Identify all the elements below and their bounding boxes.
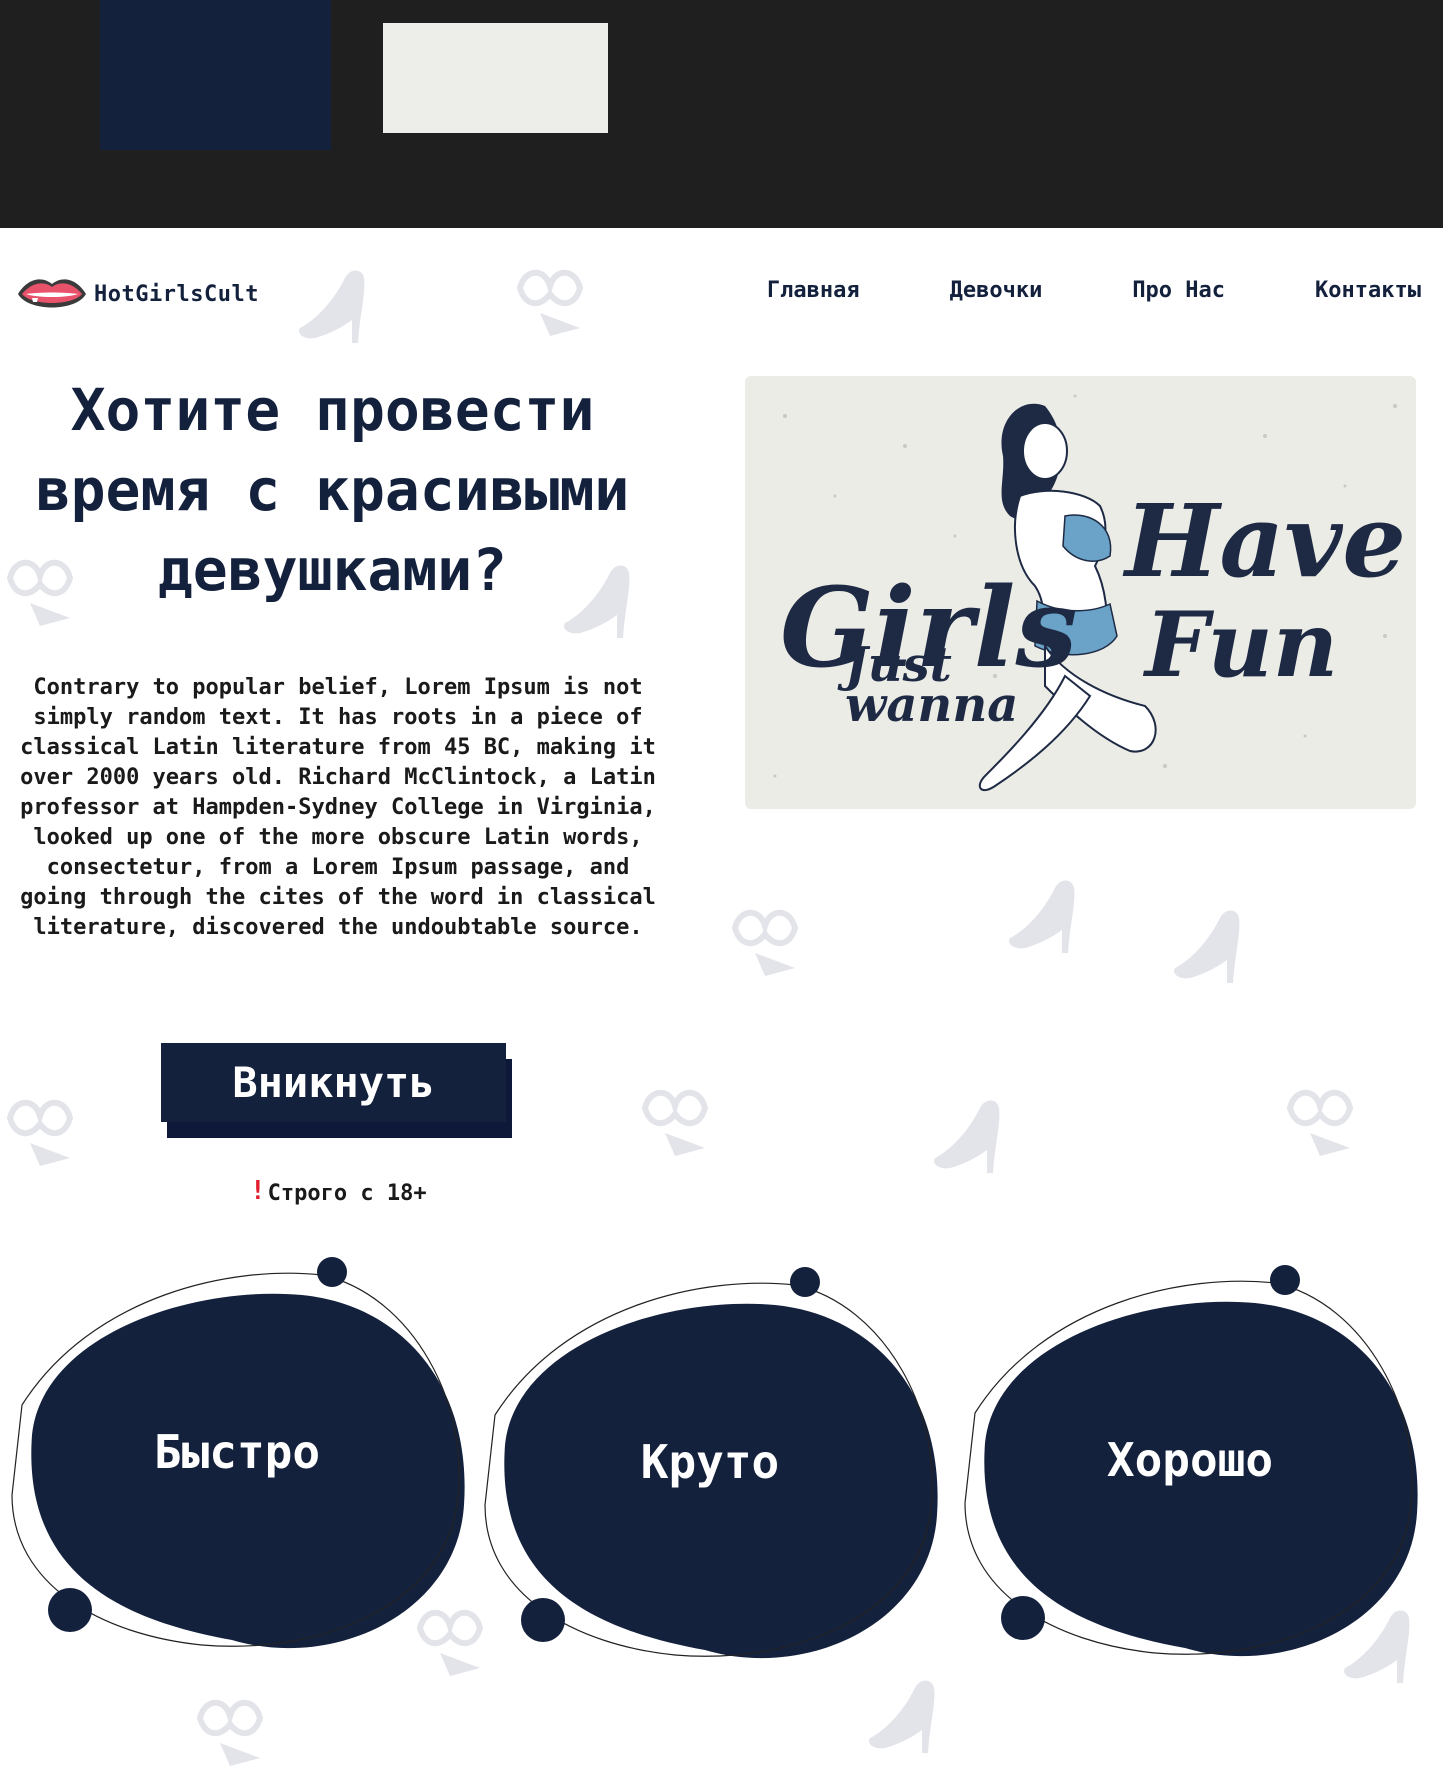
feature-label-fast: Быстро (153, 1425, 321, 1479)
age-restriction-note: ! Строго с 18+ (250, 1176, 427, 1206)
top-banner (0, 0, 1443, 228)
hero-title: Хотите провести время с красивыми девушк… (35, 376, 630, 604)
brand-logo[interactable]: HotGirlsCult (16, 272, 259, 316)
lettering-fun: Fun (1142, 592, 1338, 698)
feature-blob-good: Хорошо (955, 1263, 1425, 1673)
nav-item-contacts[interactable]: Контакты (1315, 278, 1421, 303)
brand-name: HotGirlsCult (94, 281, 259, 307)
hero-illustration: Girls Just wanna Have Fun (745, 376, 1416, 809)
feature-blob-fast: Быстро (2, 1255, 472, 1665)
nav-item-girls[interactable]: Девочки (950, 278, 1043, 303)
nav-item-home[interactable]: Главная (767, 278, 860, 303)
age-restriction-text: Строго с 18+ (267, 1181, 427, 1206)
light-color-swatch (383, 23, 608, 133)
exclamation-icon: ! (250, 1176, 266, 1206)
feature-blob-cool: Круто (475, 1265, 945, 1675)
learn-more-button[interactable]: Вникнуть (161, 1043, 506, 1122)
main-nav: Главная Девочки Про Нас Контакты (767, 278, 1421, 303)
lettering-have: Have (1122, 482, 1406, 600)
hero-description: Contrary to popular belief, Lorem Ipsum … (20, 675, 656, 940)
navy-color-swatch (100, 0, 331, 150)
cta-container: Вникнуть (161, 1043, 512, 1138)
lettering-wanna: wanna (845, 677, 1018, 733)
nav-item-about[interactable]: Про Нас (1132, 278, 1225, 303)
lips-icon (18, 279, 86, 308)
feature-label-cool: Круто (640, 1435, 780, 1489)
feature-label-good: Хорошо (1106, 1433, 1274, 1487)
